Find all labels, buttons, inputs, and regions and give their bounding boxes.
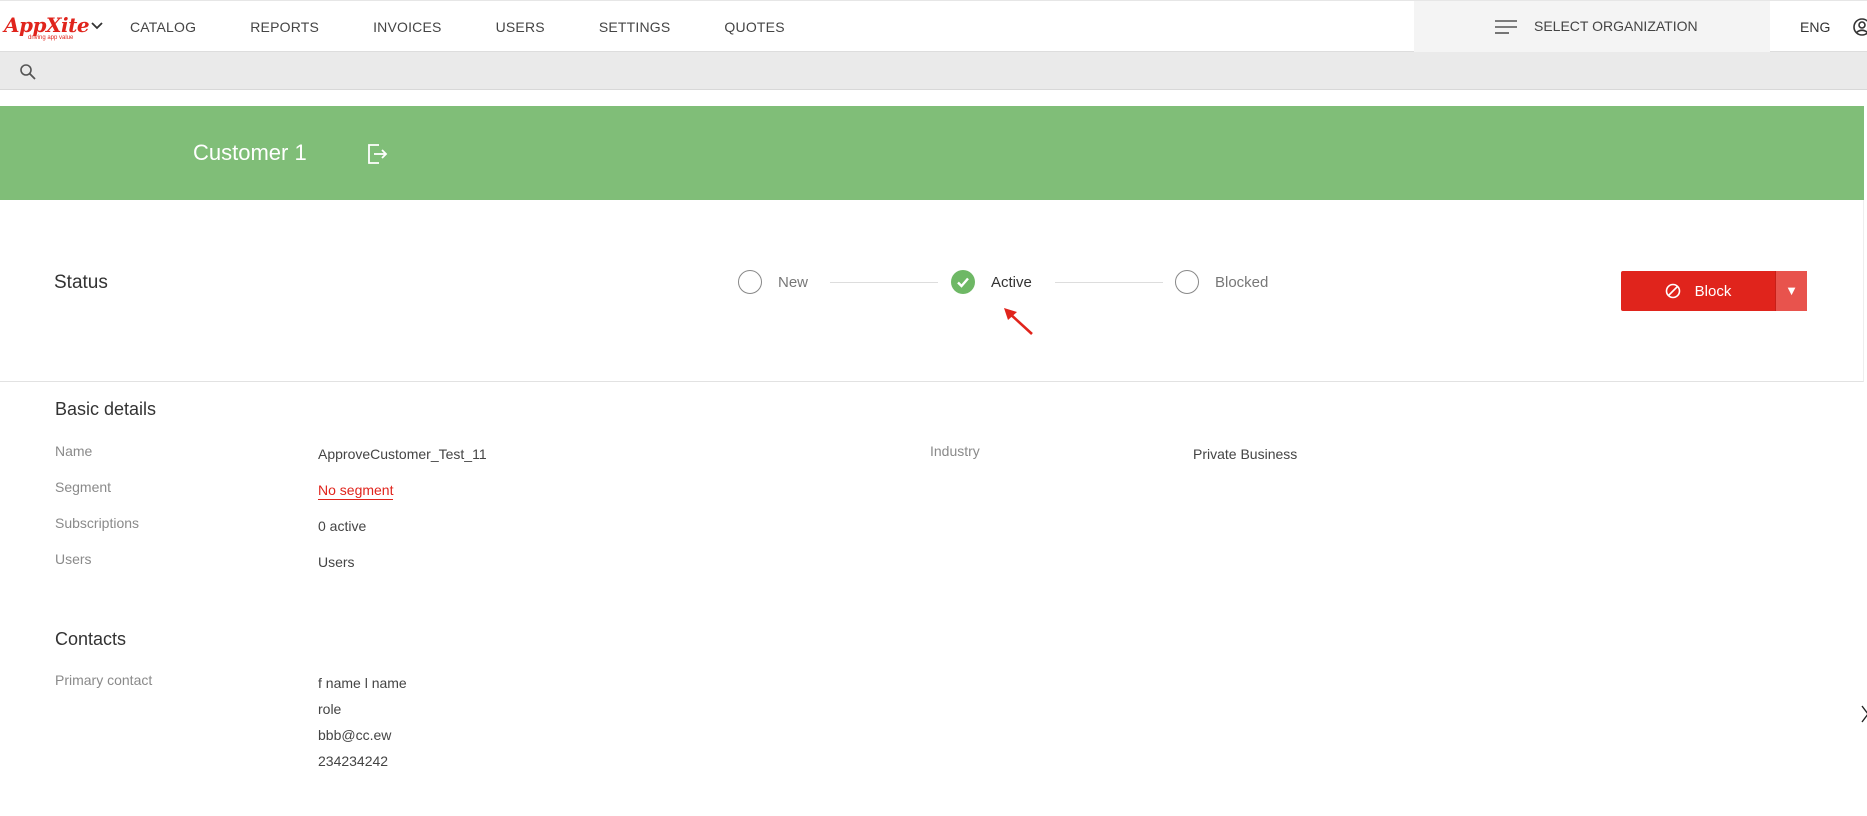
exit-icon[interactable] [365,142,389,166]
nav-catalog[interactable]: CATALOG [130,1,196,53]
nav-quotes[interactable]: QUOTES [724,1,784,53]
customer-title: Customer 1 [193,140,307,165]
nav-settings[interactable]: SETTINGS [599,1,671,53]
block-main-action[interactable]: Block [1621,271,1775,311]
users-value: Users [318,554,355,570]
contact-role: role [318,701,342,717]
segment-label: Segment [55,479,112,495]
logo-tagline: driving app value [28,35,74,41]
chevron-down-icon[interactable] [90,21,104,31]
search-bar[interactable] [0,52,1867,90]
industry-label: Industry [930,443,980,459]
contact-email: bbb@cc.ew [318,727,392,743]
radio-circle-icon [1175,270,1199,294]
contact-phone: 234234242 [318,753,389,769]
menu-icon [1495,20,1517,34]
select-organization-label: SELECT ORGANIZATION [1534,18,1698,34]
red-arrow-annotation-icon [1004,308,1033,335]
status-step-label: Active [991,273,1032,291]
status-title: Status [54,272,108,293]
top-nav-bar: AppXite driving app value CATALOG REPORT… [0,0,1867,52]
nav-invoices[interactable]: INVOICES [373,1,442,53]
status-step-new[interactable]: New [738,270,808,294]
appxite-logo[interactable]: AppXite driving app value [4,13,90,43]
status-step-label: Blocked [1215,273,1269,291]
name-label: Name [55,443,93,459]
logo-wordmark: AppXite [4,13,90,37]
radio-circle-icon [738,270,762,294]
search-icon[interactable] [19,63,37,81]
nav-reports[interactable]: REPORTS [250,1,319,53]
name-value: ApproveCustomer_Test_11 [318,446,487,462]
text-cursor-icon [1861,705,1867,723]
status-step-label: New [778,273,809,291]
main-nav: CATALOG REPORTS INVOICES USERS SETTINGS … [130,1,839,53]
nav-users[interactable]: USERS [496,1,545,53]
status-step-blocked[interactable]: Blocked [1175,270,1268,294]
basic-details-title: Basic details [55,399,157,419]
segment-link[interactable]: No segment [318,482,394,500]
primary-contact-label: Primary contact [55,672,153,688]
subscriptions-value: 0 active [318,518,367,534]
users-label: Users [55,551,92,567]
checkmark-icon [951,270,975,294]
customer-header-banner: Customer 1 [0,106,1864,200]
block-button-label: Block [1694,282,1732,300]
status-section: Status New Active Blocked Block ▼ [0,200,1864,382]
block-dropdown-toggle[interactable]: ▼ [1775,271,1807,311]
step-connector [1055,282,1163,283]
language-selector[interactable]: ENG [1800,1,1830,53]
block-icon [1665,283,1680,299]
subscriptions-label: Subscriptions [55,515,140,531]
industry-value: Private Business [1193,446,1298,462]
contacts-title: Contacts [55,629,127,649]
step-connector [830,282,938,283]
status-step-active[interactable]: Active [951,270,1032,294]
block-button[interactable]: Block ▼ [1621,271,1807,311]
user-account-icon[interactable] [1853,18,1867,36]
contact-name: f name l name [318,675,407,691]
select-organization-button[interactable]: SELECT ORGANIZATION [1414,1,1770,52]
